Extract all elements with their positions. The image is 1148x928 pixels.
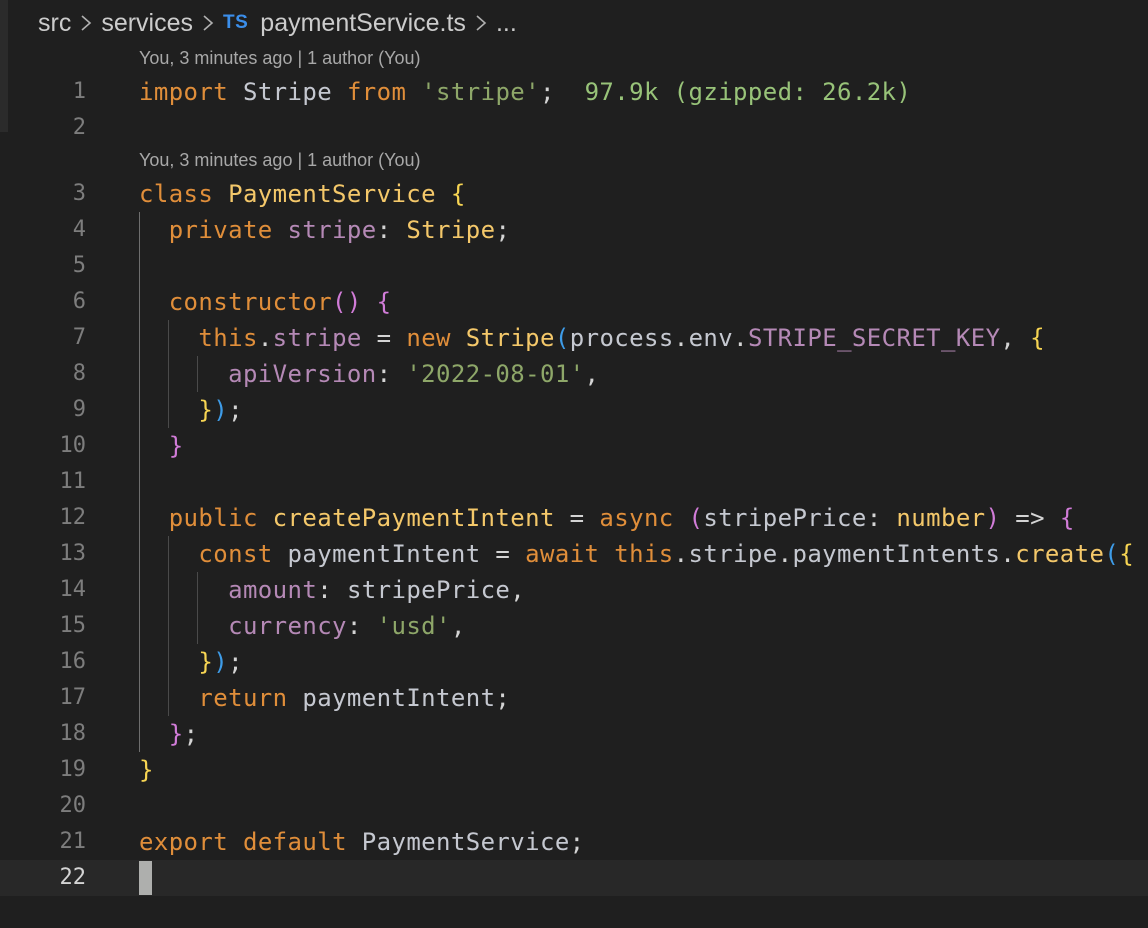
line-number: 12 xyxy=(59,505,87,530)
code-text: public createPaymentIntent = async (stri… xyxy=(168,504,1075,532)
line-number: 22 xyxy=(59,865,87,890)
code-text: return paymentIntent; xyxy=(198,684,511,712)
code-line[interactable]: 12 public createPaymentIntent = async (s… xyxy=(0,500,1148,536)
code-text: }; xyxy=(168,720,199,748)
code-line[interactable]: 6 constructor() { xyxy=(0,284,1148,320)
line-number: 19 xyxy=(59,757,87,782)
code-line[interactable]: 11 xyxy=(0,464,1148,500)
code-text: } xyxy=(139,756,154,784)
code-line[interactable]: 20 xyxy=(0,788,1148,824)
code-editor[interactable]: You, 3 minutes ago | 1 author (You) You,… xyxy=(0,0,1148,928)
code-text: this.stripe = new Stripe(process.env.STR… xyxy=(198,324,1045,352)
code-line[interactable]: 21 export default PaymentService; xyxy=(0,824,1148,860)
code-line[interactable]: 9 }); xyxy=(0,392,1148,428)
code-text: currency: 'usd', xyxy=(228,612,466,640)
line-number: 3 xyxy=(72,181,86,206)
code-line[interactable]: 19 } xyxy=(0,752,1148,788)
line-number: 5 xyxy=(72,253,86,278)
git-blame-codelens[interactable]: You, 3 minutes ago | 1 author (You) xyxy=(139,46,421,70)
code-text: }); xyxy=(198,648,243,676)
code-text: const paymentIntent = await this.stripe.… xyxy=(198,540,1135,568)
line-number: 1 xyxy=(72,79,86,104)
git-blame-codelens[interactable]: You, 3 minutes ago | 1 author (You) xyxy=(139,148,421,172)
code-line[interactable]: 2 xyxy=(0,110,1148,146)
code-text: import Stripe from 'stripe'; 97.9k (gzip… xyxy=(139,78,912,106)
code-text: constructor() { xyxy=(168,288,392,316)
code-line[interactable]: 3 class PaymentService { xyxy=(0,176,1148,212)
line-number: 10 xyxy=(59,433,87,458)
line-number: 15 xyxy=(59,613,87,638)
line-number: 6 xyxy=(72,289,86,314)
code-line[interactable]: 16 }); xyxy=(0,644,1148,680)
code-line[interactable]: 10 } xyxy=(0,428,1148,464)
code-text: apiVersion: '2022-08-01', xyxy=(228,360,600,388)
text-cursor xyxy=(139,861,152,895)
line-number: 11 xyxy=(59,469,87,494)
code-text: }); xyxy=(198,396,243,424)
line-number: 21 xyxy=(59,829,87,854)
code-line[interactable]: 17 return paymentIntent; xyxy=(0,680,1148,716)
code-text: private stripe: Stripe; xyxy=(168,216,511,244)
code-line[interactable]: 18 }; xyxy=(0,716,1148,752)
code-line[interactable]: 14 amount: stripePrice, xyxy=(0,572,1148,608)
code-text: class PaymentService { xyxy=(139,180,466,208)
code-text: } xyxy=(168,432,184,460)
line-number: 14 xyxy=(59,577,87,602)
line-number: 13 xyxy=(59,541,87,566)
code-text: export default PaymentService; xyxy=(139,828,585,856)
code-line[interactable]: 8 apiVersion: '2022-08-01', xyxy=(0,356,1148,392)
line-number: 8 xyxy=(72,361,86,386)
code-text: amount: stripePrice, xyxy=(228,576,526,604)
code-line[interactable]: 13 const paymentIntent = await this.stri… xyxy=(0,536,1148,572)
line-number: 16 xyxy=(59,649,87,674)
code-line[interactable]: 5 xyxy=(0,248,1148,284)
line-number: 2 xyxy=(72,115,86,140)
line-number: 9 xyxy=(72,397,86,422)
line-number: 20 xyxy=(59,793,87,818)
import-cost-hint: 97.9k (gzipped: 26.2k) xyxy=(584,78,912,106)
line-number: 17 xyxy=(59,685,87,710)
code-line[interactable]: 15 currency: 'usd', xyxy=(0,608,1148,644)
line-number: 7 xyxy=(72,325,86,350)
line-number: 4 xyxy=(72,217,86,242)
code-line-current[interactable]: 22 xyxy=(0,860,1148,896)
line-number: 18 xyxy=(59,721,87,746)
code-line[interactable]: 1 import Stripe from 'stripe'; 97.9k (gz… xyxy=(0,74,1148,110)
code-line[interactable]: 7 this.stripe = new Stripe(process.env.S… xyxy=(0,320,1148,356)
code-line[interactable]: 4 private stripe: Stripe; xyxy=(0,212,1148,248)
